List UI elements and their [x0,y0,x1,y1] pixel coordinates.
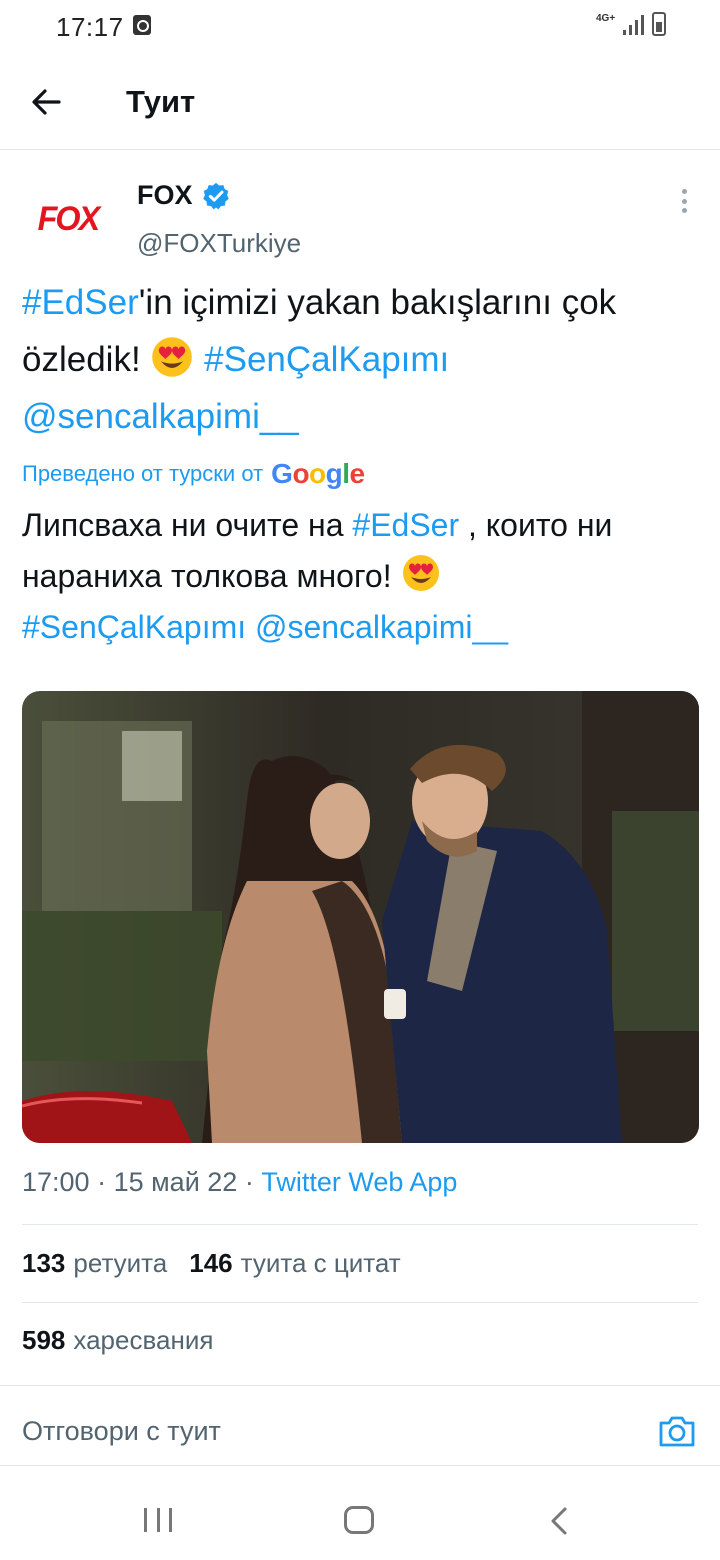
author-name-row[interactable]: FOX [137,180,231,211]
tweet-text: #EdSer'in içimizi yakan bakışlarını çok … [22,274,702,445]
tweet-screen: 17:17 4G+ Туит FOX FOX @FOXTurkiye #EdSe… [0,0,720,1560]
tweet-photo[interactable] [22,691,699,1143]
mention-link[interactable]: @sencalkapimi__ [22,397,299,436]
stats-row-likes: 598 харесвания [22,1325,213,1356]
recents-icon[interactable] [144,1508,172,1532]
meta-separator: · [237,1167,262,1197]
system-navigation-bar [0,1466,720,1560]
mention-link[interactable]: @sencalkapimi__ [255,609,508,645]
back-button[interactable] [24,80,68,124]
likes-label: харесвания [73,1325,214,1355]
tweet-date: 15 май 22 [113,1167,238,1197]
status-bar: 17:17 4G+ [0,0,720,52]
retweets-stat[interactable]: 133 ретуита [22,1248,167,1279]
hashtag-link[interactable]: #EdSer [22,283,139,322]
meta-separator: · [89,1167,114,1197]
stats-row-retweets: 133 ретуита 146 туита с цитат [22,1248,401,1279]
retweets-count: 133 [22,1248,66,1278]
reply-bar: Отговори с туит [0,1386,720,1466]
more-dot [681,208,687,213]
author-handle[interactable]: @FOXTurkiye [137,228,301,259]
more-vertical-icon [681,189,687,194]
divider [22,1302,698,1303]
author-name[interactable]: FOX [137,180,193,211]
status-time: 17:17 [56,12,124,42]
retweets-label: ретуита [73,1248,168,1278]
fox-logo: FOX [37,199,101,238]
likes-stat[interactable]: 598 харесвания [22,1325,213,1356]
likes-count: 598 [22,1325,66,1355]
translation-text-part: Липсваха ни очите на [22,507,353,543]
page-title: Туит [126,84,196,119]
hashtag-link[interactable]: #EdSer [352,507,459,543]
more-options-button[interactable] [674,186,694,216]
network-type-label: 4G+ [596,13,616,24]
translation-text: Липсваха ни очите на #EdSer , които ни н… [22,500,702,653]
author-avatar[interactable]: FOX [24,175,112,263]
heart-eyes-emoji-icon [152,337,193,377]
tweet-time: 17:00 [22,1167,90,1197]
home-icon[interactable] [344,1506,374,1534]
top-app-bar: Туит [0,52,720,150]
quotes-count: 146 [189,1248,233,1278]
signal-icon [623,15,644,35]
battery-icon [652,12,666,36]
camera-icon[interactable] [658,1414,696,1448]
quotes-stat[interactable]: 146 туита с цитат [189,1248,400,1279]
source-app-link[interactable]: Twitter Web App [261,1167,457,1197]
translation-attribution: Преведено от турски от Google [22,458,365,490]
chevron-left-icon[interactable] [548,1506,570,1536]
divider [22,1224,698,1225]
tweet-meta: 17:00 · 15 май 22 · Twitter Web App [22,1167,457,1198]
more-dot [681,198,687,204]
heart-eyes-emoji-icon [402,555,439,591]
hashtag-link[interactable]: #SenÇalKapımı [204,340,449,379]
hashtag-link[interactable]: #SenÇalKapımı [22,609,246,645]
verified-badge-icon [202,182,229,209]
screen-record-icon [133,15,151,35]
google-logo: Google [271,458,365,489]
quotes-label: туита с цитат [240,1248,401,1278]
reply-input[interactable]: Отговори с туит [22,1416,221,1447]
photo-illustration [22,691,699,1143]
translated-label: Преведено от турски от [22,461,264,486]
arrow-left-icon [32,89,61,115]
